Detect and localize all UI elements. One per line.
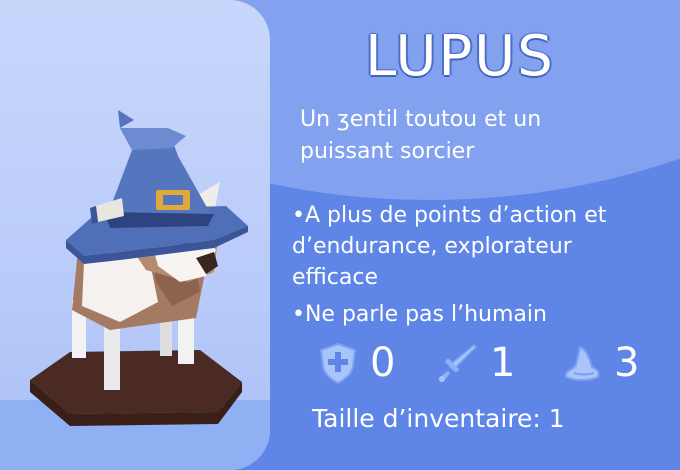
wizard-hat-icon: [564, 345, 600, 381]
trait-item: •A plus de points d’action et d’enduranc…: [292, 203, 607, 290]
defense-stat: 0: [316, 335, 395, 391]
character-name: LUPUS: [365, 24, 555, 89]
attack-stat: 1: [436, 335, 515, 391]
sword-icon: [439, 343, 478, 382]
stats-row: 0 1 3: [316, 335, 656, 395]
trait-item: •Ne parle pas l’humain: [292, 302, 547, 327]
character-card: LUPUS Un ʒentil toutou et un puissant so…: [0, 0, 680, 470]
attack-value: 1: [490, 340, 516, 386]
trait-list: •A plus de points d’action et d’enduranc…: [292, 200, 662, 330]
inventory-size: Taille d’inventaire: 1: [312, 404, 565, 433]
character-description: Un ʒentil toutou et un puissant sorcier: [300, 107, 542, 164]
wolf-wizard-portrait: [30, 110, 248, 426]
magic-stat: 3: [560, 335, 639, 391]
shield-plus-icon: [319, 342, 357, 385]
magic-value: 3: [614, 340, 640, 386]
defense-value: 0: [370, 340, 396, 386]
